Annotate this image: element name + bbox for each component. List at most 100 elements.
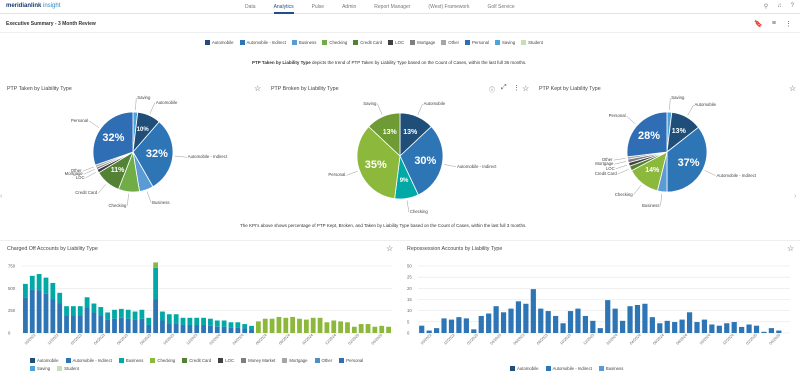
legend-item[interactable]: Student: [57, 366, 79, 371]
bar-segment[interactable]: [486, 313, 492, 333]
bar-segment[interactable]: [180, 324, 186, 333]
legend-item[interactable]: Automobile - Indirect: [545, 366, 592, 371]
bar-segment[interactable]: [173, 323, 179, 333]
bar-segment[interactable]: [731, 322, 737, 333]
legend-item[interactable]: Checking: [150, 358, 175, 363]
bar-segment[interactable]: [235, 322, 241, 328]
bar-segment[interactable]: [23, 297, 28, 333]
bar-segment[interactable]: [590, 320, 596, 333]
bar-segment[interactable]: [160, 311, 165, 321]
bar-segment[interactable]: [419, 325, 425, 333]
bar-segment[interactable]: [91, 312, 97, 333]
bar-segment[interactable]: [146, 324, 152, 333]
bar-segment[interactable]: [463, 318, 469, 333]
bar-segment[interactable]: [235, 327, 241, 333]
bar-segment[interactable]: [560, 323, 566, 333]
bar-segment[interactable]: [605, 300, 611, 333]
legend-item[interactable]: Saving: [30, 366, 50, 371]
legend-item[interactable]: Business: [118, 358, 143, 363]
bar-segment[interactable]: [112, 309, 117, 319]
bar-segment[interactable]: [567, 311, 574, 333]
bar-segment[interactable]: [187, 324, 193, 333]
bar-segment[interactable]: [118, 317, 124, 333]
bar-segment[interactable]: [166, 314, 172, 324]
bar-segment[interactable]: [50, 282, 56, 300]
bar-segment[interactable]: [255, 321, 261, 333]
bar-segment[interactable]: [724, 323, 730, 333]
bar-segment[interactable]: [493, 306, 499, 333]
legend-item[interactable]: LOC: [218, 358, 234, 363]
bar-segment[interactable]: [672, 322, 678, 333]
bar-segment[interactable]: [160, 320, 165, 333]
bar-segment[interactable]: [433, 328, 440, 333]
bar-segment[interactable]: [365, 324, 371, 333]
bar-segment[interactable]: [139, 309, 145, 319]
bar-segment[interactable]: [276, 316, 282, 333]
bar-segment[interactable]: [619, 320, 626, 333]
bar-segment[interactable]: [29, 275, 35, 290]
bar-segment[interactable]: [297, 318, 302, 333]
bar-segment[interactable]: [242, 324, 248, 329]
bar-segment[interactable]: [43, 293, 49, 333]
bar-segment[interactable]: [634, 304, 641, 333]
bar-segment[interactable]: [739, 326, 745, 333]
bar-segment[interactable]: [372, 326, 378, 333]
bar-segment[interactable]: [221, 320, 227, 327]
bar-segment[interactable]: [776, 330, 782, 333]
bar-segment[interactable]: [664, 320, 670, 333]
bar-segment[interactable]: [105, 319, 111, 333]
bar-segment[interactable]: [456, 317, 462, 333]
bar-segment[interactable]: [118, 308, 124, 318]
bar-segment[interactable]: [538, 308, 544, 333]
bar-segment[interactable]: [426, 330, 432, 333]
bar-segment[interactable]: [761, 331, 767, 333]
bar-segment[interactable]: [575, 308, 581, 333]
bar-segment[interactable]: [187, 317, 193, 325]
bar-segment[interactable]: [23, 283, 28, 298]
bar-segment[interactable]: [753, 325, 760, 333]
legend-item[interactable]: Personal: [339, 358, 363, 363]
bar-segment[interactable]: [57, 292, 63, 304]
bar-segment[interactable]: [43, 277, 49, 294]
bar-segment[interactable]: [345, 322, 350, 333]
bar-segment[interactable]: [379, 325, 385, 333]
bar-segment[interactable]: [70, 306, 76, 316]
bar-segment[interactable]: [105, 312, 111, 320]
bar-segment[interactable]: [208, 318, 213, 326]
bar-segment[interactable]: [530, 289, 536, 333]
bar-segment[interactable]: [338, 321, 344, 333]
bar-segment[interactable]: [194, 317, 200, 325]
bar-segment[interactable]: [139, 318, 145, 333]
bar-segment[interactable]: [29, 289, 35, 333]
bar-segment[interactable]: [351, 326, 357, 333]
legend-item[interactable]: Mortgage: [282, 358, 308, 363]
bar-segment[interactable]: [545, 311, 551, 333]
bar-segment[interactable]: [642, 303, 648, 333]
bar-segment[interactable]: [500, 312, 507, 333]
bar-segment[interactable]: [331, 320, 337, 333]
bar-segment[interactable]: [508, 308, 514, 333]
bar-segment[interactable]: [153, 267, 159, 300]
bar-segment[interactable]: [84, 307, 90, 333]
bar-segment[interactable]: [201, 324, 206, 333]
bar-segment[interactable]: [132, 311, 138, 320]
bar-segment[interactable]: [701, 319, 708, 333]
bar-segment[interactable]: [582, 315, 589, 333]
legend-item[interactable]: Business: [598, 366, 623, 371]
bar-segment[interactable]: [77, 306, 83, 316]
bar-segment[interactable]: [471, 329, 477, 333]
bar-segment[interactable]: [214, 326, 220, 333]
bar-segment[interactable]: [283, 317, 289, 333]
bar-segment[interactable]: [125, 309, 131, 319]
bar-segment[interactable]: [269, 318, 275, 333]
bar-segment[interactable]: [448, 319, 455, 333]
bar-segment[interactable]: [249, 329, 254, 333]
bar-segment[interactable]: [649, 317, 655, 333]
bar-segment[interactable]: [290, 316, 296, 333]
bar-segment[interactable]: [166, 323, 172, 333]
bar-segment[interactable]: [317, 317, 323, 333]
bar-segment[interactable]: [324, 322, 330, 333]
bar-segment[interactable]: [64, 306, 69, 316]
bar-segment[interactable]: [657, 323, 663, 333]
bar-segment[interactable]: [228, 322, 234, 328]
